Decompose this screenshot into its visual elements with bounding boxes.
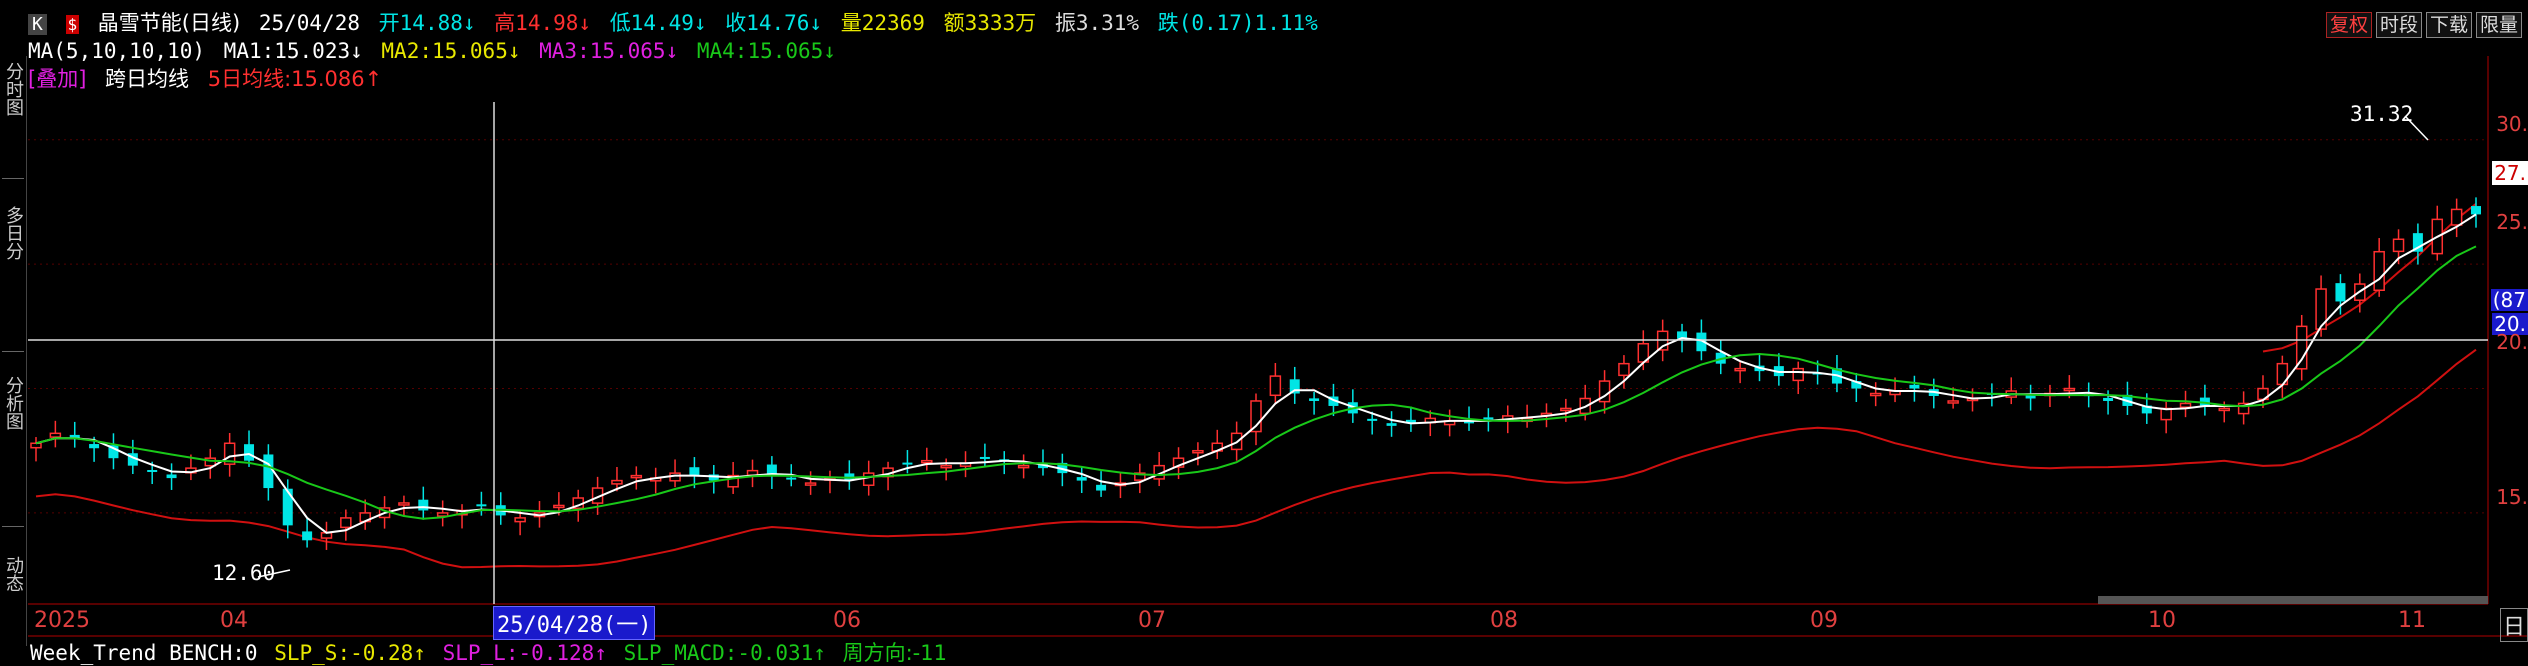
candle-body: [1367, 418, 1378, 421]
slp-macd-value: SLP_MACD:-0.031↑: [623, 641, 826, 665]
candle-body: [2335, 283, 2346, 302]
candle-body: [2373, 250, 2385, 292]
cursor-price-box-top: (87: [2490, 288, 2528, 312]
candle-body: [302, 531, 313, 541]
candle-body: [1869, 392, 1882, 397]
x-tick-07: 07: [1138, 608, 1166, 633]
y-tick-30: 30.: [2496, 112, 2528, 136]
kline-chart[interactable]: [0, 0, 2528, 666]
candle-body: [2218, 407, 2231, 412]
x-tick-11: 11: [2398, 608, 2426, 633]
candle-body: [1309, 398, 1320, 401]
y-tick-20: 20.: [2496, 330, 2528, 354]
candle-body: [2103, 397, 2114, 401]
candle-body: [244, 444, 255, 461]
candle-body: [1792, 367, 1804, 382]
candle-body: [2392, 238, 2405, 253]
ma1-line: [35, 213, 2477, 534]
candle-body: [1618, 362, 1630, 377]
x-tick-06: 06: [833, 608, 861, 633]
candle-body: [1076, 477, 1087, 481]
candle-body: [921, 459, 933, 464]
candle-body: [2025, 395, 2036, 399]
slp-s-value: SLP_S:-0.28↑: [274, 641, 426, 665]
candle-body: [1017, 464, 1030, 469]
date-cursor-label: 25/04/28(一): [493, 606, 656, 640]
indicator-legend: Week_Trend BENCH:0 SLP_S:-0.28↑ SLP_L:-0…: [30, 640, 951, 666]
candle-body: [1483, 417, 1494, 420]
candle-body: [902, 462, 913, 465]
scrollbar-thumb[interactable]: [2098, 596, 2488, 604]
candle-body: [940, 464, 952, 469]
candle-body: [514, 517, 526, 523]
candle-body: [1734, 367, 1746, 372]
week-direction-value: 周方向:-11: [842, 641, 947, 665]
candle-body: [2471, 206, 2481, 215]
ma4-line: [35, 245, 2477, 520]
candle-body: [804, 482, 817, 486]
candle-body: [282, 488, 293, 526]
candle-body: [398, 502, 410, 506]
y-tick-15: 15.: [2496, 485, 2528, 509]
candle-body: [89, 444, 100, 449]
low-mark-label: 12.60: [212, 561, 276, 585]
candle-body: [1560, 407, 1572, 412]
candle-body: [49, 432, 62, 438]
current-price-tag: 27.: [2492, 161, 2528, 185]
candle-body: [418, 499, 429, 511]
candle-body: [786, 477, 797, 480]
x-tick-2025: 2025: [34, 608, 90, 633]
candle-body: [1947, 400, 1959, 404]
candle-body: [1909, 384, 1920, 389]
x-tick-04: 04: [220, 608, 248, 633]
candle-body: [611, 479, 623, 485]
grid-lines: [28, 139, 2488, 514]
candle-body: [2063, 387, 2076, 392]
candle-body: [476, 504, 487, 507]
candle-body: [2179, 402, 2192, 408]
slp-l-value: SLP_L:-0.128↑: [442, 641, 607, 665]
band-upper-line: [2262, 203, 2477, 353]
candle-body: [147, 470, 158, 473]
candle-body: [30, 442, 42, 449]
candle-body: [1192, 449, 1204, 454]
candle-body: [979, 456, 990, 459]
band-lower-line: [35, 348, 2477, 569]
candle-body: [630, 474, 643, 479]
candle-body: [553, 504, 565, 509]
candle-body: [263, 454, 274, 489]
x-tick-10: 10: [2148, 608, 2176, 633]
candle-body: [1386, 423, 1397, 426]
high-mark-label: 31.32: [2350, 102, 2414, 126]
y-tick-25: 25.: [2496, 210, 2528, 234]
candle-body: [1269, 375, 1282, 397]
candles-group: [30, 197, 2481, 550]
candle-body: [1096, 484, 1107, 491]
candle-body: [2295, 325, 2308, 370]
candle-body: [862, 472, 875, 486]
candle-body: [166, 474, 177, 479]
candle-body: [689, 467, 700, 476]
x-tick-08: 08: [1490, 608, 1518, 633]
period-day-button[interactable]: 日: [2500, 608, 2528, 642]
candle-body: [340, 517, 352, 529]
indicator-name[interactable]: Week_Trend BENCH:0: [30, 641, 258, 665]
candle-body: [2450, 208, 2463, 226]
x-tick-09: 09: [1810, 608, 1838, 633]
